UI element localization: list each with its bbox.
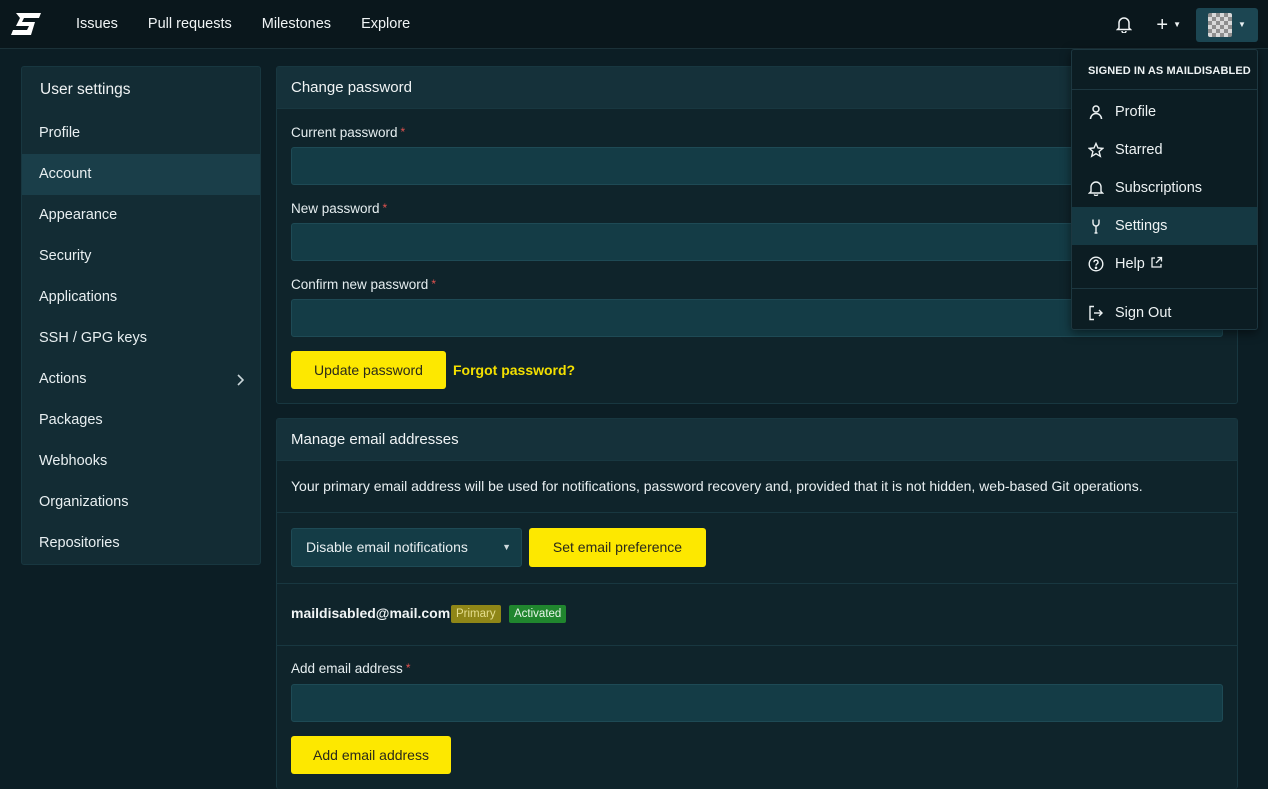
question-icon — [1088, 256, 1104, 272]
sidebar-item-label: Applications — [39, 289, 118, 305]
current-password-label: Current password * — [291, 125, 405, 140]
required-mark: * — [405, 661, 411, 675]
email-preference-select[interactable]: Disable email notifications ▼ — [291, 528, 522, 567]
sidebar-item-label: Account — [39, 166, 92, 182]
sidebar-item-label: Appearance — [39, 207, 118, 223]
menu-item-starred[interactable]: Starred — [1072, 131, 1257, 169]
sidebar-item-label: Profile — [39, 125, 81, 141]
chevron-right-icon — [236, 359, 245, 400]
label-text: Current password — [291, 125, 398, 140]
settings-sidebar: User settings Profile Account Appearance… — [21, 66, 261, 565]
sidebar-item-webhooks[interactable]: Webhooks — [22, 441, 260, 482]
sidebar-item-applications[interactable]: Applications — [22, 277, 260, 318]
sidebar-item-label: Organizations — [39, 494, 129, 510]
external-link-icon — [1151, 256, 1163, 268]
update-password-button[interactable]: Update password — [291, 351, 446, 389]
top-navbar: Issues Pull requests Milestones Explore … — [0, 0, 1268, 49]
sidebar-item-ssh-gpg-keys[interactable]: SSH / GPG keys — [22, 318, 260, 359]
sidebar-item-actions[interactable]: Actions — [22, 359, 260, 400]
chevron-down-icon: ▼ — [1238, 20, 1246, 29]
plus-icon: + — [1156, 13, 1169, 36]
menu-item-label: Starred — [1115, 142, 1163, 158]
new-password-label: New password * — [291, 201, 387, 216]
sidebar-item-profile[interactable]: Profile — [22, 113, 260, 154]
required-mark: * — [400, 125, 406, 139]
select-value: Disable email notifications — [306, 539, 468, 555]
required-mark: * — [382, 201, 388, 215]
nav-explore[interactable]: Explore — [346, 0, 425, 49]
email-description: Your primary email address will be used … — [291, 478, 1143, 494]
user-dropdown-menu: SIGNED IN AS MAILDISABLED Profile Starre… — [1071, 49, 1258, 330]
menu-item-sign-out[interactable]: Sign Out — [1072, 294, 1257, 332]
menu-item-label: Settings — [1115, 218, 1168, 234]
sidebar-title: User settings — [40, 81, 131, 98]
forgot-password-link[interactable]: Forgot password? — [453, 362, 575, 378]
menu-item-help[interactable]: Help — [1072, 245, 1257, 283]
notifications-bell-icon[interactable] — [1104, 0, 1144, 49]
star-icon — [1088, 142, 1104, 158]
activated-badge: Activated — [509, 605, 567, 623]
menu-item-subscriptions[interactable]: Subscriptions — [1072, 169, 1257, 207]
required-mark: * — [431, 277, 436, 291]
divider — [277, 645, 1237, 646]
logo-icon[interactable] — [11, 12, 41, 36]
user-menu-button[interactable]: ▼ — [1196, 7, 1258, 42]
bell-icon — [1088, 181, 1104, 196]
menu-item-profile[interactable]: Profile — [1072, 93, 1257, 131]
caret-down-icon: ▼ — [502, 542, 511, 552]
divider — [277, 583, 1237, 584]
sidebar-item-label: Security — [39, 248, 92, 264]
divider — [277, 512, 1237, 513]
label-text: New password — [291, 201, 380, 216]
sidebar-item-organizations[interactable]: Organizations — [22, 482, 260, 523]
add-email-button[interactable]: Add email address — [291, 736, 451, 774]
panel-title: Manage email addresses — [277, 419, 1237, 461]
signed-in-header: SIGNED IN AS MAILDISABLED — [1072, 50, 1257, 90]
add-email-label: Add email address * — [291, 661, 410, 676]
avatar — [1208, 12, 1233, 37]
label-text: Add email address — [291, 661, 403, 676]
menu-item-label: Sign Out — [1115, 305, 1172, 321]
menu-item-label: Help — [1115, 256, 1145, 272]
nav-milestones[interactable]: Milestones — [247, 0, 346, 49]
sidebar-item-label: Repositories — [39, 535, 120, 551]
sidebar-item-account[interactable]: Account — [22, 154, 260, 195]
person-icon — [1089, 105, 1103, 120]
sidebar-item-packages[interactable]: Packages — [22, 400, 260, 441]
menu-item-label: Profile — [1115, 104, 1157, 120]
sidebar-item-label: Actions — [39, 371, 87, 387]
confirm-password-label: Confirm new password * — [291, 277, 436, 292]
chevron-down-icon: ▼ — [1173, 20, 1181, 29]
sign-out-icon — [1089, 305, 1103, 321]
nav-pull-requests[interactable]: Pull requests — [133, 0, 247, 49]
manage-email-panel: Manage email addresses Your primary emai… — [276, 418, 1238, 789]
sidebar-item-label: SSH / GPG keys — [39, 330, 147, 346]
menu-divider — [1072, 288, 1257, 289]
sidebar-item-appearance[interactable]: Appearance — [22, 195, 260, 236]
nav-right: + ▼ ▼ — [1104, 0, 1268, 49]
tools-icon — [1092, 219, 1100, 234]
label-text: Confirm new password — [291, 277, 429, 292]
create-new-dropdown[interactable]: + ▼ — [1156, 15, 1181, 35]
add-email-field[interactable] — [291, 684, 1223, 722]
sidebar-item-security[interactable]: Security — [22, 236, 260, 277]
sidebar-item-label: Packages — [39, 412, 103, 428]
nav-issues[interactable]: Issues — [61, 0, 133, 49]
sidebar-item-repositories[interactable]: Repositories — [22, 523, 260, 564]
set-email-preference-button[interactable]: Set email preference — [529, 528, 706, 567]
menu-item-label: Subscriptions — [1115, 180, 1203, 196]
menu-item-settings[interactable]: Settings — [1072, 207, 1257, 245]
primary-badge: Primary — [451, 605, 501, 623]
email-address: maildisabled@mail.com — [291, 605, 451, 621]
sidebar-item-label: Webhooks — [39, 453, 108, 469]
